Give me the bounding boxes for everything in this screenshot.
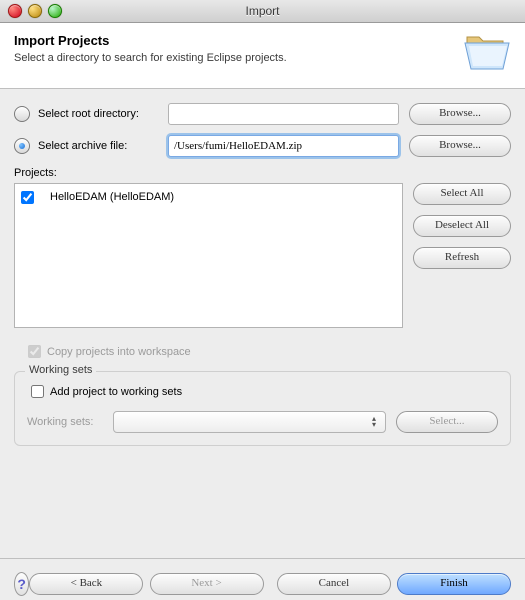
copy-projects-row: Copy projects into workspace (24, 342, 511, 361)
root-directory-input[interactable] (168, 103, 399, 125)
back-button[interactable]: < Back (29, 573, 143, 595)
dialog-footer: ? < Back Next > Cancel Finish (0, 559, 525, 600)
projects-list[interactable]: HelloEDAM (HelloEDAM) (14, 183, 403, 328)
finish-button[interactable]: Finish (397, 573, 511, 595)
select-working-set-button: Select... (396, 411, 498, 433)
root-directory-row: Select root directory: Browse... (14, 103, 511, 125)
project-checkbox[interactable] (21, 191, 34, 204)
projects-label: Projects: (14, 167, 511, 179)
list-item[interactable]: HelloEDAM (HelloEDAM) (21, 188, 396, 206)
add-working-set-label: Add project to working sets (50, 386, 182, 398)
window-title: Import (0, 4, 525, 18)
root-directory-label: Select root directory: (38, 108, 168, 120)
titlebar: Import (0, 0, 525, 23)
add-working-set-checkbox[interactable] (31, 385, 44, 398)
select-all-button[interactable]: Select All (413, 183, 511, 205)
chevron-updown-icon: ▴▾ (367, 416, 381, 428)
working-sets-legend: Working sets (25, 364, 96, 376)
browse-root-button[interactable]: Browse... (409, 103, 511, 125)
next-button: Next > (150, 573, 264, 595)
page-title: Import Projects (14, 33, 287, 48)
project-label: HelloEDAM (HelloEDAM) (50, 191, 174, 203)
archive-file-input[interactable] (168, 135, 399, 157)
deselect-all-button[interactable]: Deselect All (413, 215, 511, 237)
browse-archive-button[interactable]: Browse... (409, 135, 511, 157)
working-sets-combo-label: Working sets: (27, 416, 113, 428)
working-sets-combo[interactable]: ▴▾ (113, 411, 386, 433)
copy-projects-checkbox (28, 345, 41, 358)
folder-import-icon (463, 33, 511, 76)
archive-file-label: Select archive file: (38, 140, 168, 152)
archive-file-row: Select archive file: Browse... (14, 135, 511, 157)
copy-projects-label: Copy projects into workspace (47, 346, 191, 358)
dialog-body: Select root directory: Browse... Select … (0, 89, 525, 454)
working-sets-group: Working sets Add project to working sets… (14, 371, 511, 446)
archive-file-radio[interactable] (14, 138, 30, 154)
cancel-button[interactable]: Cancel (277, 573, 391, 595)
help-icon[interactable]: ? (14, 572, 29, 596)
refresh-button[interactable]: Refresh (413, 247, 511, 269)
root-directory-radio[interactable] (14, 106, 30, 122)
page-subtitle: Select a directory to search for existin… (14, 52, 287, 64)
dialog-header: Import Projects Select a directory to se… (0, 23, 525, 89)
